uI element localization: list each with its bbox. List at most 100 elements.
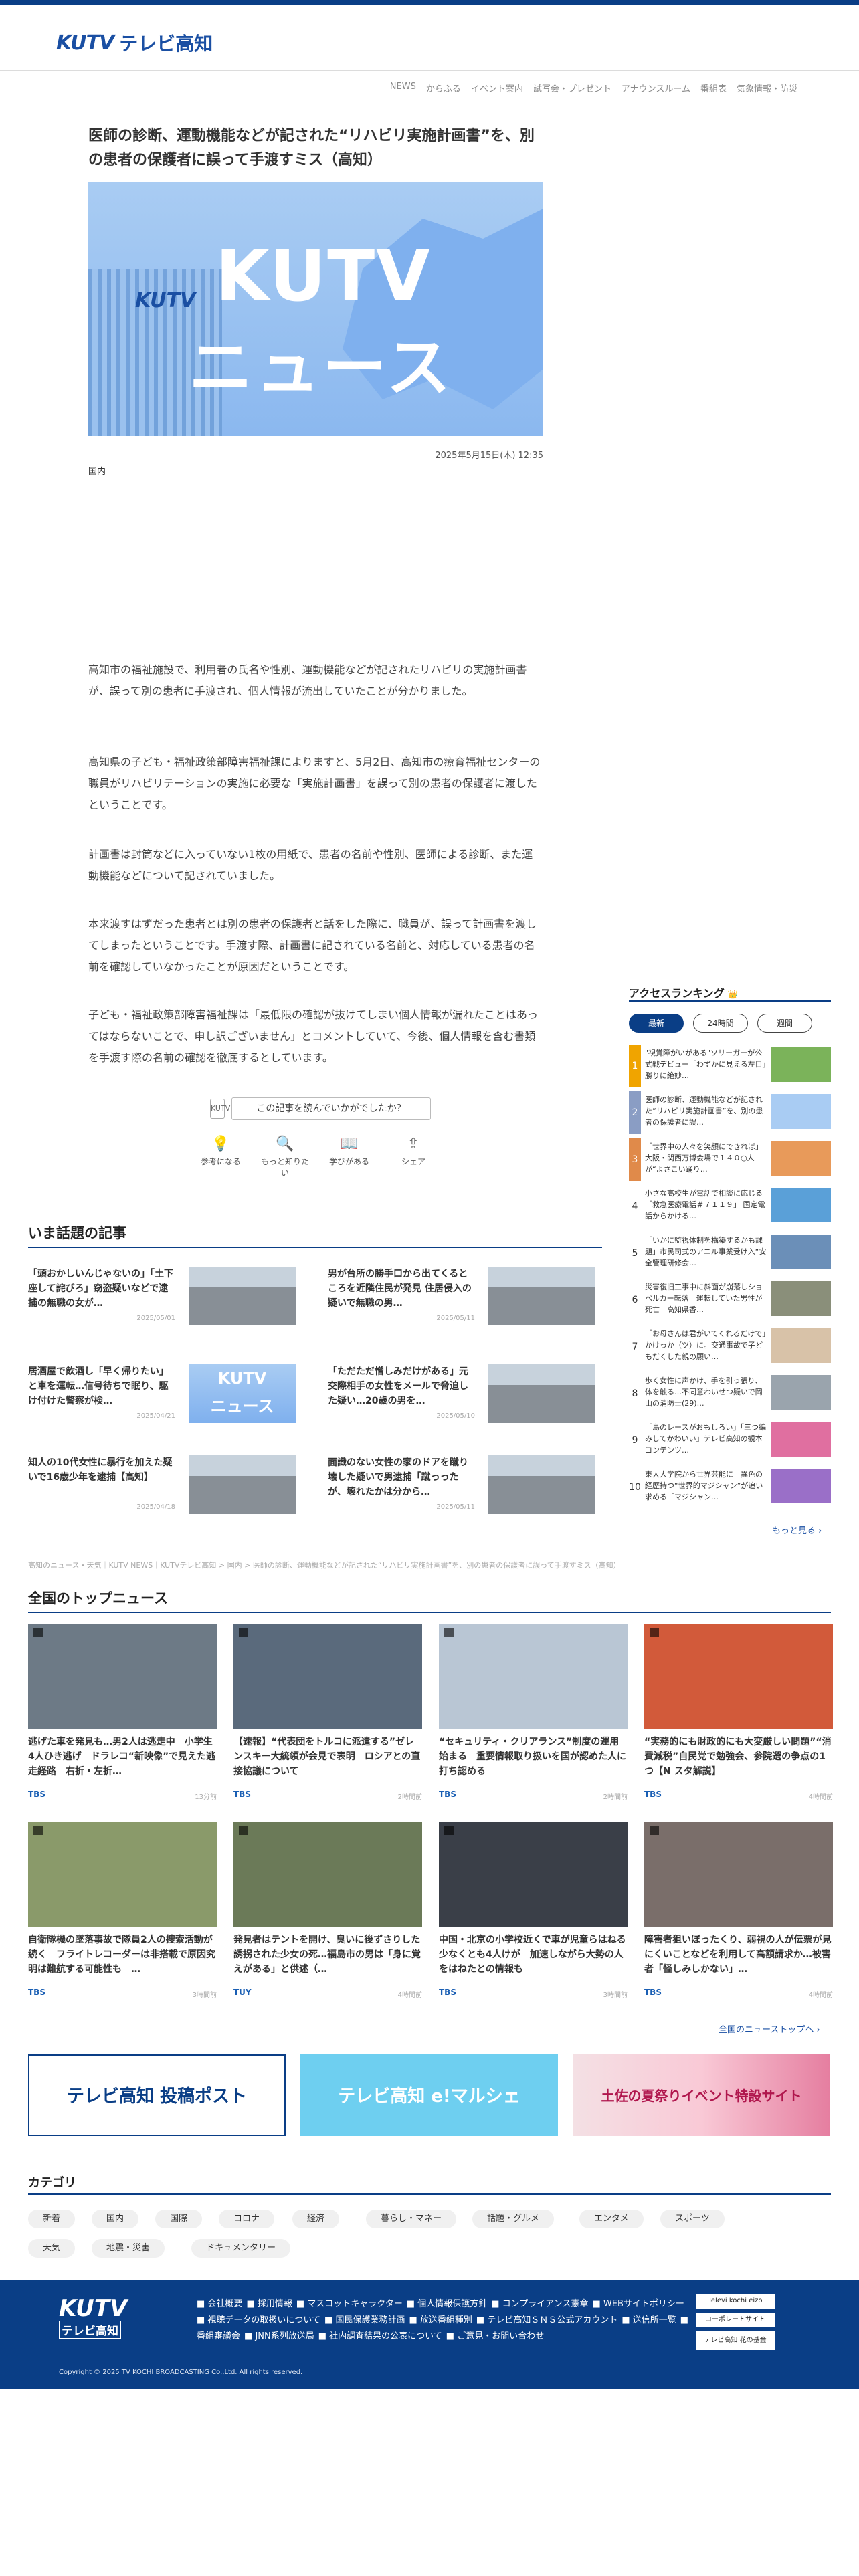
site-footer: KUTV テレビ高知 ■ 会社概要 ■ 採用情報 ■ マスコットキャラクター ■ 個人…	[0, 2280, 859, 2389]
footer-badge-corporate[interactable]: コーポレートサイト	[696, 2313, 775, 2327]
nav-item-program[interactable]: 番組表	[700, 82, 727, 94]
footer-link[interactable]: 番組審議会	[197, 2331, 240, 2341]
trending-item[interactable]: 面識のない女性の家のドアを蹴り壊した疑いで男逮捕「蹴っったが、壊れたかは分から……	[328, 1455, 595, 1514]
ranking-item[interactable]: 3 「世界中の人々を笑顔にできれば」大阪・関西万博会場で１４０○人が“よさこい踊り…	[629, 1138, 831, 1181]
ranking-item[interactable]: 4 小さな高校生が電話で相談に応じる「救急医療電話＃７１１９」 国定電話からかける…	[629, 1185, 831, 1228]
trending-item[interactable]: 居酒屋で飲酒し「早く帰りたい」と車を運転…信号待ちで眠り、駆け付けた警察が検… …	[28, 1364, 296, 1423]
breadcrumb[interactable]: 高知のニュース・天気｜KUTV NEWS｜KUTVテレビ高知 > 国内 > 医師…	[28, 1560, 650, 1570]
trending-item[interactable]: 「頭おかしいんじゃないの」「土下座して詫びろ」窃盗疑いなどで逮捕の無職の女が… …	[28, 1267, 296, 1325]
ranking-item[interactable]: 7 「お母さんは君がいてくれるだけで」かけっか（ツ）に。交通事故で子どもだくした親…	[629, 1325, 831, 1368]
reaction-useful-button[interactable]: 💡 参考になる	[197, 1133, 245, 1178]
nav-item-announcers[interactable]: アナウンスルーム	[622, 82, 690, 94]
category-international[interactable]: 国際	[155, 2210, 203, 2228]
category-living[interactable]: 暮らし・マネー	[366, 2210, 457, 2228]
trending-item[interactable]: 知人の10代女性に暴行を加えた疑いで16歳少年を逮捕【高知】 2025/04/1…	[28, 1455, 296, 1514]
footer-link[interactable]: 採用情報	[258, 2299, 292, 2309]
share-button[interactable]: ⇪ シェア	[389, 1133, 438, 1178]
news-thumbnail	[644, 1624, 833, 1729]
trending-item[interactable]: 男が台所の勝手口から出てくるところを近隣住民が発見 住居侵入の疑いで無職の男… …	[328, 1267, 595, 1325]
tab-latest[interactable]: 最新	[629, 1014, 684, 1033]
category-gourmet[interactable]: 話題・グルメ	[472, 2210, 555, 2228]
article-tag[interactable]: 国内	[88, 464, 106, 477]
footer-link[interactable]: ご意見・お問い合わせ	[457, 2331, 544, 2341]
trending-thumbnail	[189, 1455, 296, 1514]
trending-item[interactable]: 「ただただ憎しみだけがある」元交際相手の女性をメールで脅迫した疑い…20歳の男を…	[328, 1364, 595, 1423]
ranking-thumbnail	[771, 1281, 831, 1316]
top-news-more-link[interactable]: 全国のニューストップへ ›	[719, 2022, 820, 2035]
news-card[interactable]: 自衛隊機の墜落事故で隊員2人の捜索活動が続く フライトレコーダーは非搭載で原因究…	[28, 1822, 217, 1999]
news-card[interactable]: 発見者はテントを開け、臭いに後ずさりした 誘拐された少女の死…福島市の男は「身に…	[233, 1822, 422, 1999]
footer-link[interactable]: WEBサイトポリシー	[603, 2299, 684, 2309]
category-sports[interactable]: スポーツ	[660, 2210, 725, 2228]
article-hero-image: KUTV KUTV ニュース	[88, 182, 543, 436]
news-source: TBS	[28, 1988, 45, 1997]
nav-item-news[interactable]: NEWS	[390, 82, 416, 94]
ranking-thumbnail	[771, 1235, 831, 1269]
banner-text: 土佐の夏祭りイベント特設サイト	[601, 2088, 802, 2104]
footer-link[interactable]: 会社概要	[207, 2299, 242, 2309]
news-card[interactable]: “実務的にも財政的にも大変厳しい問題”“消費減税”自民党で勉強会、参院選の争点の…	[644, 1624, 833, 1801]
ranking-item-title: 小さな高校生が電話で相談に応じる「救急医療電話＃７１１９」 国定電話からかける…	[645, 1189, 765, 1220]
footer-link[interactable]: マスコットキャラクター	[307, 2299, 402, 2309]
category-domestic[interactable]: 国内	[92, 2210, 139, 2228]
reaction-more-button[interactable]: 🔍 もっと知りたい	[261, 1133, 309, 1178]
nav-item-events[interactable]: イベント案内	[471, 82, 523, 94]
category-disaster[interactable]: 地震・災害	[92, 2239, 165, 2258]
tab-24h[interactable]: 24時間	[693, 1014, 748, 1033]
category-weather[interactable]: 天気	[28, 2239, 76, 2258]
footer-link[interactable]: テレビ高知ＳＮＳ公式アカウント	[487, 2315, 617, 2325]
ranking-more-link[interactable]: もっと見る ›	[772, 1523, 822, 1536]
news-time: 2時間前	[397, 1794, 422, 1801]
tab-weekly[interactable]: 週間	[757, 1014, 812, 1033]
reaction-learn-button[interactable]: 📖 学びがある	[325, 1133, 373, 1178]
banner-toko-post[interactable]: テレビ高知 投稿ポスト	[28, 2054, 286, 2136]
news-card[interactable]: 障害者狙いぼったくり、弱視の人が伝票が見にくいことなどを利用して高額請求か…被害…	[644, 1822, 833, 1999]
banner-festival[interactable]: 土佐の夏祭りイベント特設サイト	[573, 2054, 830, 2136]
trending-item-date: 2025/05/01	[136, 1315, 175, 1322]
ranking-item[interactable]: 1 "視覚障がいがある"ソリーガーが公式戦デビュー「わずかに見える左目」勝りに絶妙…	[629, 1045, 831, 1087]
ranking-item[interactable]: 8 歩く女性に声かけ、手を引っ張り、体を触る…不同意わいせつ疑いで岡山の消防士(2…	[629, 1372, 831, 1415]
nav-item-colorful[interactable]: からふる	[426, 82, 461, 94]
footer-link[interactable]: 送信所一覧	[633, 2315, 676, 2325]
reaction-label: 学びがある	[328, 1157, 369, 1166]
nav-item-weather[interactable]: 気象情報・防災	[737, 82, 797, 94]
ranking-item[interactable]: 5 「いかに監視体制を構築するかも課題」市民司式のアニル事業受け入“安全管理研修会…	[629, 1232, 831, 1275]
footer-link[interactable]: 社内調査結果の公表について	[329, 2331, 442, 2341]
share-icon: ⇪	[407, 1136, 420, 1152]
news-card[interactable]: 中国・北京の小学校近くで車が児童らはねる 少なくとも4人けが 加速しながら大勢の…	[439, 1822, 628, 1999]
footer-link[interactable]: 個人情報保護方針	[417, 2299, 487, 2309]
news-card[interactable]: 逃げた車を発見も…男2人は逃走中 小学生4人ひき逃げ ドラレコ“新映像”で見えた…	[28, 1624, 217, 1801]
ranking-item[interactable]: 6 災害復旧工事中に斜面が崩落しショベルカー転落 運転していた男性が死亡 高知県香…	[629, 1279, 831, 1321]
ranking-item[interactable]: 9 「島のレースがおもしろい」「三つ編みしてかわいい」テレビ高知の観本コンテンツ…	[629, 1419, 831, 1462]
ranking-item-title: 医師の診断、運動機能などが記された“リハビリ実施計画書”を、別の患者の保護者に誤…	[645, 1095, 763, 1127]
category-corona[interactable]: コロナ	[219, 2210, 275, 2228]
ranking-thumbnail	[771, 1141, 831, 1176]
video-icon	[650, 1826, 659, 1835]
news-card[interactable]: 【速報】“代表団をトルコに派遣する”ゼレンスキー大統領が会見で表明 ロシアとの直…	[233, 1624, 422, 1801]
footer-logo[interactable]: KUTV	[59, 2295, 127, 2322]
ranking-item[interactable]: 2 医師の診断、運動機能などが記された“リハビリ実施計画書”を、別の患者の保護者に…	[629, 1091, 831, 1134]
footer-link[interactable]: 視聴データの取扱いについて	[207, 2315, 320, 2325]
footer-link[interactable]: JNN系列放送局	[255, 2331, 314, 2341]
article-paragraph: 子ども・福祉政策部障害福祉課は「最低限の確認が抜けてしまい個人情報が漏れたことは…	[88, 1008, 539, 1064]
footer-badge-fund[interactable]: テレビ高知 花の基金	[696, 2331, 775, 2350]
category-documentary[interactable]: ドキュメンタリー	[191, 2239, 291, 2258]
footer-badge-eizo[interactable]: Televi kochi eizo	[696, 2294, 775, 2309]
news-source: TBS	[644, 1988, 662, 1997]
banner-e-marche[interactable]: テレビ高知 e!マルシェ	[300, 2054, 558, 2136]
site-logo[interactable]: KUTV テレビ高知	[56, 29, 213, 56]
footer-link[interactable]: 国民保護業務計画	[335, 2315, 405, 2325]
nav-item-presents[interactable]: 試写会・プレゼント	[533, 82, 611, 94]
news-card[interactable]: “セキュリティ・クリアランス”制度の運用始まる 重要情報取り扱いを国が認めた人に…	[439, 1624, 628, 1801]
category-new[interactable]: 新着	[28, 2210, 76, 2228]
footer-link[interactable]: コンプライアンス憲章	[502, 2299, 589, 2309]
hero-line2: ニュース	[189, 330, 454, 405]
category-entertainment[interactable]: エンタメ	[579, 2210, 644, 2228]
ranking-item-title: 「いかに監視体制を構築するかも課題」市民司式のアニル事業受け入“安全管理研修会…	[645, 1236, 767, 1267]
ranking-number: 4	[632, 1201, 638, 1212]
category-economy[interactable]: 経済	[292, 2210, 340, 2228]
footer-link[interactable]: 放送番組種別	[420, 2315, 472, 2325]
trending-title: いま話題の記事	[28, 1225, 126, 1241]
ranking-item[interactable]: 10 東大大学院から世界芸能に 異色の経歴持つ“世界的マジシャン”が追い求める「マ…	[629, 1466, 831, 1509]
section-divider	[28, 1247, 602, 1248]
